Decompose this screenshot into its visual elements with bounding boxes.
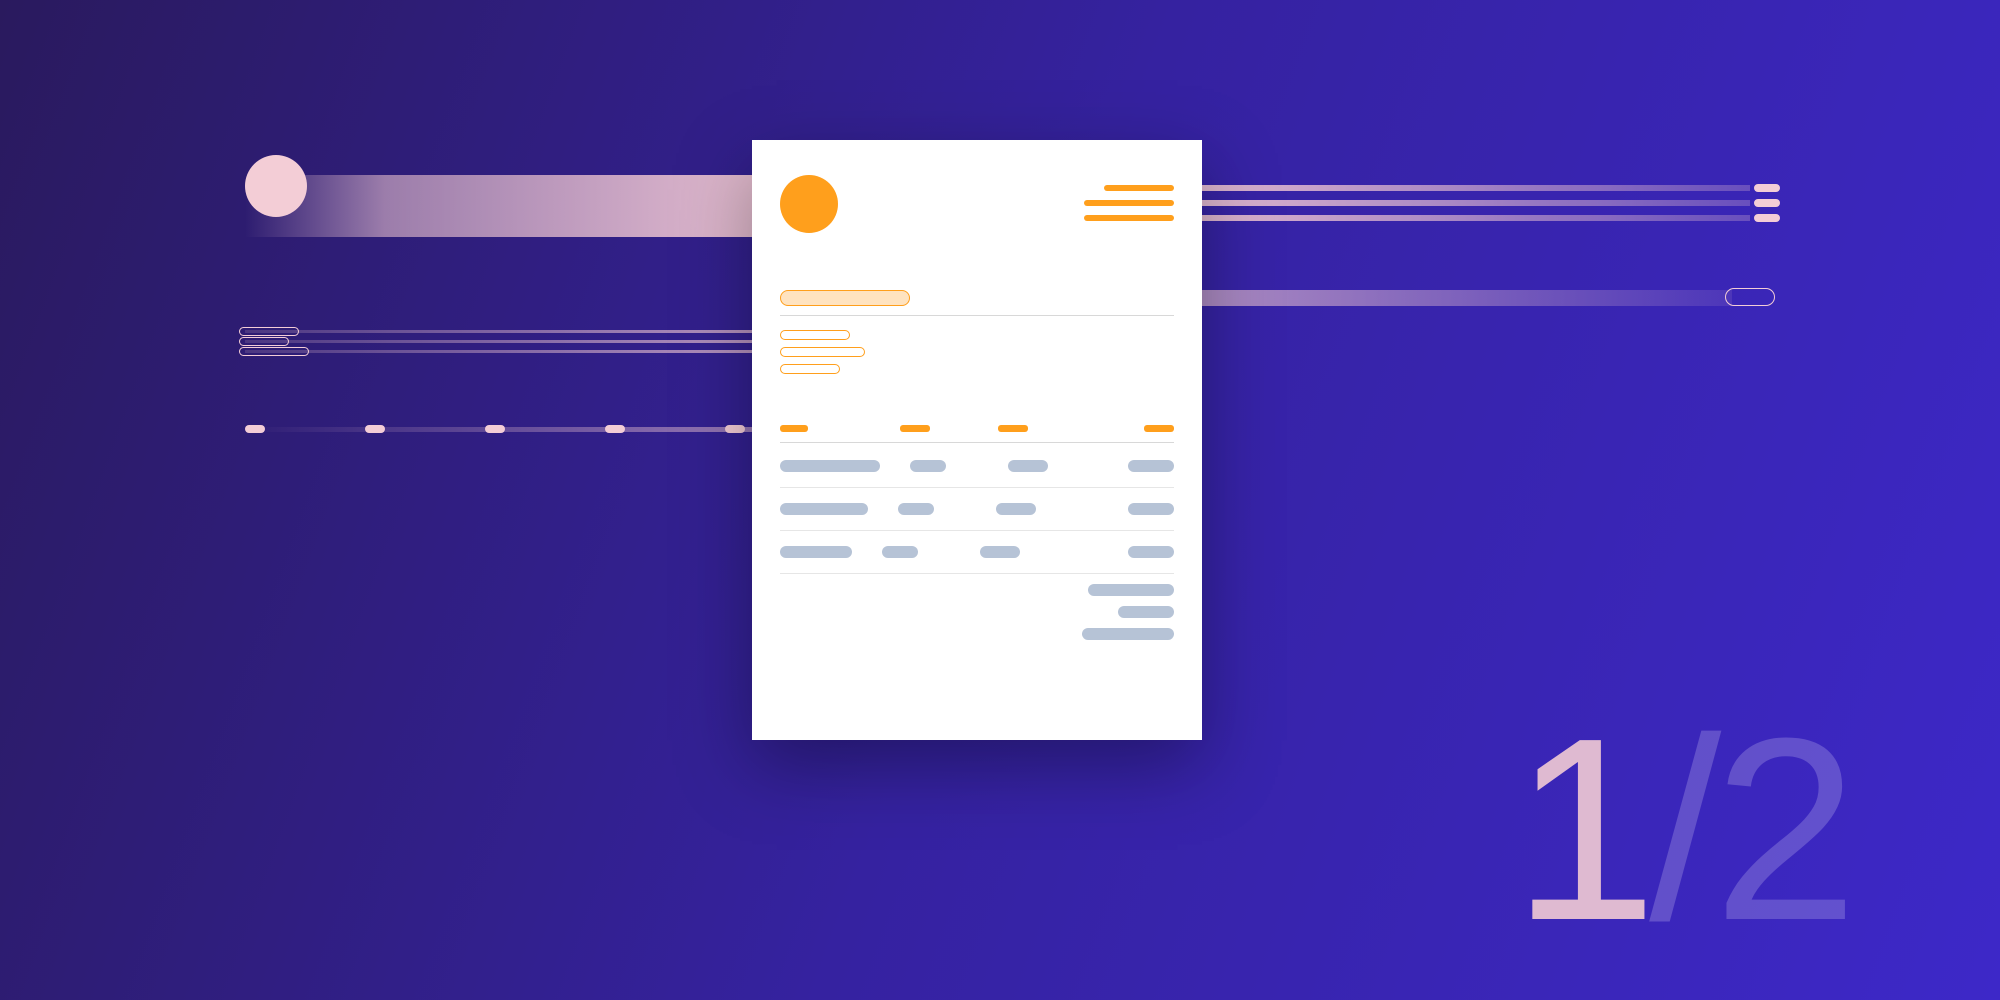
table-row [780, 541, 1174, 563]
invoice-logo-icon [780, 175, 838, 233]
ghost-logo-icon [245, 155, 307, 217]
invoice-table [780, 425, 1174, 640]
invoice-table-header [780, 425, 1174, 438]
part-indicator: 1 / 2 [1513, 700, 1850, 960]
invoice-address-block [780, 330, 865, 374]
motion-trail-logo [245, 175, 805, 237]
invoice-title-placeholder [780, 290, 910, 306]
invoice-document [752, 140, 1202, 740]
motion-trail-address [245, 330, 785, 353]
motion-trail-dashes [245, 425, 745, 433]
invoice-totals [780, 584, 1174, 640]
divider [780, 315, 1174, 316]
table-row [780, 455, 1174, 477]
part-separator: / [1649, 700, 1713, 960]
invoice-header-lines [1084, 185, 1174, 221]
motion-trail-title-end [1725, 288, 1775, 306]
part-current: 1 [1513, 700, 1650, 960]
table-row [780, 498, 1174, 520]
part-total: 2 [1713, 700, 1850, 960]
motion-trail-header [1180, 185, 1750, 221]
